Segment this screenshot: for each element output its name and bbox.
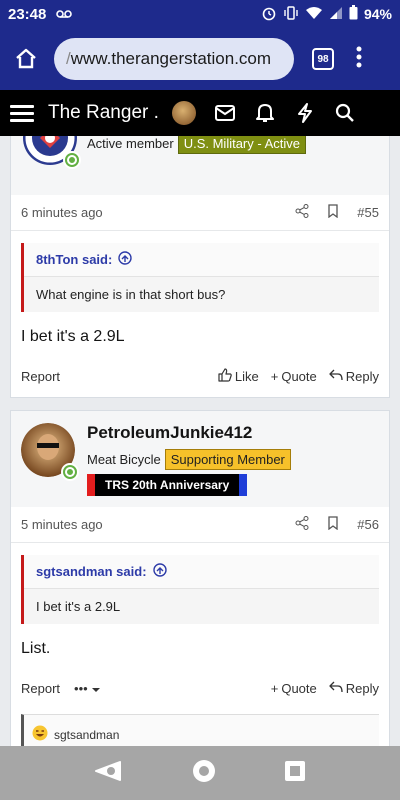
post-body: List.: [21, 640, 51, 657]
reply-label: Reply: [345, 680, 379, 696]
quote-text: I bet it's a 2.9L: [36, 599, 121, 614]
anniversary-label: TRS 20th Anniversary: [95, 474, 240, 496]
bookmark-icon[interactable]: [327, 516, 339, 533]
site-title[interactable]: The Ranger ...: [48, 102, 160, 124]
bookmark-icon[interactable]: [327, 204, 339, 221]
username[interactable]: PetroleumJunkie412: [87, 423, 291, 443]
wifi-icon: [305, 6, 323, 23]
quote-jump-icon[interactable]: [152, 563, 167, 580]
post-info: 5 minutes ago #56: [11, 507, 389, 543]
quote-label: Quote: [281, 368, 317, 384]
recent-apps-icon[interactable]: [284, 760, 306, 787]
alarm-icon: [261, 5, 277, 24]
online-status-icon: [61, 463, 79, 481]
back-icon[interactable]: [94, 760, 124, 787]
plus-icon: +: [270, 368, 279, 384]
status-bar: 23:48 94%: [0, 0, 400, 28]
post-header: PetroleumJunkie412 Meat Bicycle Supporti…: [11, 411, 389, 507]
post-info: 6 minutes ago #55: [11, 195, 389, 231]
post-number[interactable]: #55: [357, 205, 379, 220]
report-button[interactable]: Report: [21, 369, 60, 384]
post-actions: Report ••• + Quote Reply: [11, 668, 389, 708]
laughing-emoji-icon: [32, 725, 48, 744]
battery-icon: [349, 5, 358, 23]
user-avatar[interactable]: [172, 101, 196, 125]
quote-header[interactable]: sgtsandman said:: [24, 555, 379, 589]
quote-text: What engine is in that short bus?: [36, 287, 226, 302]
site-header: The Ranger ...: [0, 90, 400, 136]
post-time[interactable]: 6 minutes ago: [21, 205, 103, 220]
like-button[interactable]: Like: [218, 367, 259, 385]
bell-icon[interactable]: [254, 102, 276, 124]
inbox-icon[interactable]: [214, 102, 236, 124]
plus-icon: +: [270, 680, 279, 696]
quote-author[interactable]: 8thTon said:: [36, 252, 112, 267]
chevron-down-icon: [91, 681, 101, 696]
home-button-icon[interactable]: [191, 758, 217, 789]
browser-toolbar: / www.therangerstation.com 98: [0, 28, 400, 90]
post-number[interactable]: #56: [357, 517, 379, 532]
hamburger-menu-icon[interactable]: [10, 101, 34, 126]
like-label: Like: [234, 368, 259, 384]
reply-button[interactable]: Reply: [329, 369, 379, 384]
quote-author[interactable]: sgtsandman said:: [36, 564, 147, 579]
system-nav-bar: [0, 746, 400, 800]
quote-button[interactable]: + Quote: [271, 369, 317, 384]
url-bar[interactable]: / www.therangerstation.com: [54, 38, 294, 80]
voicemail-icon: [56, 6, 73, 23]
more-dots: •••: [74, 680, 88, 696]
status-time: 23:48: [8, 5, 47, 23]
quote-jump-icon[interactable]: [118, 251, 133, 268]
browser-menu-icon[interactable]: [356, 46, 362, 72]
quote-block: 8thTon said: What engine is in that shor…: [21, 243, 379, 312]
home-icon[interactable]: [8, 41, 44, 77]
quote-label: Quote: [281, 680, 317, 696]
online-status-icon: [63, 151, 81, 169]
tab-switcher-button[interactable]: 98: [312, 48, 334, 70]
user-title: Active member: [87, 136, 174, 151]
signal-icon: [329, 6, 343, 23]
quote-header[interactable]: 8thTon said:: [24, 243, 379, 277]
vibrate-icon: [283, 5, 299, 24]
share-icon[interactable]: [295, 516, 309, 533]
post-body: I bet it's a 2.9L: [21, 328, 125, 345]
share-icon[interactable]: [295, 204, 309, 221]
avatar[interactable]: [21, 423, 79, 481]
supporting-member-badge: Supporting Member: [164, 449, 291, 470]
url-text: www.therangerstation.com: [70, 49, 272, 68]
more-options-button[interactable]: •••: [74, 681, 101, 696]
anniversary-badge: TRS 20th Anniversary: [87, 474, 248, 496]
reply-icon: [329, 681, 343, 696]
lightning-icon[interactable]: [294, 102, 316, 124]
reply-label: Reply: [345, 368, 379, 384]
avatar[interactable]: [22, 136, 81, 169]
post-56: PetroleumJunkie412 Meat Bicycle Supporti…: [10, 410, 390, 746]
reaction-bar[interactable]: sgtsandman: [21, 714, 379, 746]
user-badge: U.S. Military - Active: [177, 136, 306, 154]
reaction-user[interactable]: sgtsandman: [54, 728, 119, 742]
post-time[interactable]: 5 minutes ago: [21, 517, 103, 532]
user-title: Meat Bicycle: [87, 452, 161, 467]
post-actions: Report Like + Quote Reply: [11, 356, 389, 396]
reply-button[interactable]: Reply: [329, 681, 379, 696]
thumbs-up-icon: [218, 367, 232, 385]
thread-content: Active member U.S. Military - Active 6 m…: [0, 136, 400, 746]
post-55: Active member U.S. Military - Active 6 m…: [10, 136, 390, 398]
quote-block: sgtsandman said: I bet it's a 2.9L: [21, 555, 379, 624]
post-header: Active member U.S. Military - Active: [11, 136, 389, 195]
report-button[interactable]: Report: [21, 681, 60, 696]
quote-button[interactable]: + Quote: [271, 681, 317, 696]
search-icon[interactable]: [334, 102, 356, 124]
battery-percent: 94%: [363, 6, 392, 22]
reply-icon: [329, 369, 343, 384]
